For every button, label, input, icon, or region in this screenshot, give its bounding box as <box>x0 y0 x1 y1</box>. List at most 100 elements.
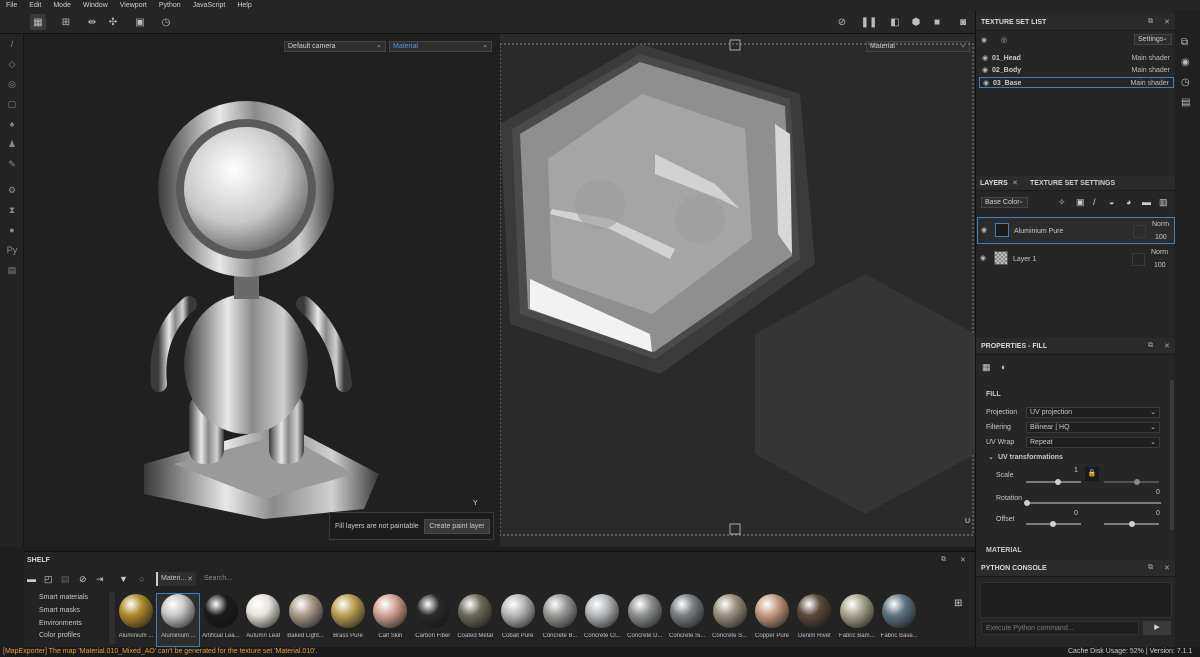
shelf-material-item[interactable]: Concrete Cl... <box>581 594 623 646</box>
menu-help[interactable]: Help <box>231 2 257 9</box>
close-icon[interactable]: ✕ <box>1164 564 1170 572</box>
properties-scrollbar[interactable] <box>1170 380 1174 530</box>
hide-icon[interactable]: ⊘ <box>79 574 87 585</box>
layer-opacity[interactable]: 100 <box>1155 234 1167 241</box>
eye-icon[interactable]: ◉ <box>983 78 989 89</box>
scale-slider-handle[interactable] <box>1055 479 1061 485</box>
camera-video-icon[interactable]: ■ <box>929 14 945 30</box>
shelf-material-item[interactable]: Brass Pure <box>327 594 369 646</box>
eye-icon[interactable]: ◉ <box>980 254 986 262</box>
menu-viewport[interactable]: Viewport <box>114 2 153 9</box>
offset-y-slider-handle[interactable] <box>1129 521 1135 527</box>
geometry-fill-icon[interactable]: ▢ <box>4 96 20 112</box>
uvwrap-dropdown[interactable]: Repeat ⌄ <box>1026 437 1160 448</box>
blend-mode[interactable]: Norm <box>1151 249 1168 256</box>
eye-icon[interactable]: ◉ <box>982 65 988 76</box>
rotation-value[interactable]: 0 <box>1156 489 1160 496</box>
save-icon[interactable]: ▤ <box>61 574 70 585</box>
layer-opacity[interactable]: 100 <box>1154 262 1166 269</box>
offset-y-value[interactable]: 0 <box>1156 510 1160 517</box>
shelf-material-item[interactable]: Copper Pure <box>751 594 793 646</box>
layers-panel-icon[interactable]: ⧉ <box>1181 37 1188 48</box>
shelf-material-item[interactable]: Concrete B... <box>539 594 581 646</box>
layer-channel-dropdown[interactable]: Base Color ⌄ <box>981 197 1028 208</box>
shelf-tab-materials[interactable]: Materi... ✕ <box>156 572 196 586</box>
python-command-input[interactable]: Execute Python command... <box>981 621 1139 635</box>
circle-icon[interactable]: ● <box>4 222 20 238</box>
chevron-down-icon[interactable]: ⌄ <box>988 453 994 461</box>
eye-icon[interactable]: ◉ <box>981 36 987 44</box>
folder-icon[interactable]: ▬ <box>27 574 36 584</box>
menu-edit[interactable]: Edit <box>23 2 47 9</box>
rotation-slider-handle[interactable] <box>1024 500 1030 506</box>
layer-row-selected[interactable]: ◉ Aluminium Pure Norm 100 <box>977 217 1175 244</box>
shelf-material-item[interactable]: Coated Metal <box>454 594 496 646</box>
add-group-icon[interactable]: ◕ <box>1126 197 1131 207</box>
cube-icon[interactable]: ⬢ <box>908 14 924 30</box>
texture-set-row[interactable]: ◉ 01_Head Main shader <box>979 53 1174 64</box>
shelf-search-input[interactable]: Search... <box>200 572 970 586</box>
projection-dropdown[interactable]: UV projection ⌄ <box>1026 407 1160 418</box>
log-icon[interactable]: ▤ <box>1181 97 1190 108</box>
lock-icon[interactable]: 🔒 <box>1085 467 1099 481</box>
eye-icon[interactable]: ◉ <box>981 226 987 234</box>
float-icon[interactable]: ⧉ <box>1148 564 1153 572</box>
hide-icon[interactable]: ⊘ <box>834 14 850 30</box>
shelf-material-item[interactable]: Aluminium ... <box>156 593 201 647</box>
visibility-icon[interactable]: ◎ <box>1001 36 1007 44</box>
shelf-material-item[interactable]: Concrete Si... <box>666 594 708 646</box>
eraser-icon[interactable]: ◇ <box>4 56 20 72</box>
add-paint-layer-icon[interactable]: / <box>1093 197 1096 207</box>
shelf-material-item[interactable]: Artificial Lea... <box>200 594 242 646</box>
close-icon[interactable]: ✕ <box>187 575 193 583</box>
tab-layers[interactable]: LAYERS <box>980 180 1008 187</box>
transform-icon[interactable]: ✣ <box>105 14 121 30</box>
picker-icon[interactable]: ✎ <box>4 156 20 172</box>
symmetry-icon[interactable]: ⇹ <box>84 14 100 30</box>
filtering-dropdown[interactable]: Bilinear | HQ ⌄ <box>1026 422 1160 433</box>
grid-view-icon[interactable]: ⊞ <box>954 598 962 609</box>
close-icon[interactable]: ✕ <box>1164 342 1170 350</box>
add-mask-icon[interactable]: ▣ <box>1076 197 1085 208</box>
shelf-material-item[interactable]: Cobalt Pure <box>497 594 539 646</box>
hourglass-icon[interactable]: ⧗ <box>4 202 20 218</box>
display-settings-icon[interactable]: ◉ <box>1181 57 1190 68</box>
viewport-2d[interactable]: Material ⌄ U <box>500 34 975 547</box>
shelf-category-color-profiles[interactable]: Color profiles <box>39 632 80 639</box>
frame-icon[interactable]: ▣ <box>132 14 148 30</box>
bake-icon[interactable]: ⚙ <box>4 182 20 198</box>
shader-settings-icon[interactable]: ◷ <box>1181 77 1190 88</box>
grid-2d3d-icon[interactable]: ▦ <box>30 14 46 30</box>
shelf-material-item[interactable]: Carbon Fiber <box>412 594 454 646</box>
eye-icon[interactable]: ◉ <box>982 53 988 64</box>
trash-icon[interactable]: ▥ <box>1159 197 1168 208</box>
circle-icon[interactable]: ○ <box>139 574 144 584</box>
screenshot-icon[interactable]: ◙ <box>955 14 971 30</box>
scale-slider[interactable] <box>1026 481 1081 483</box>
effects-icon[interactable]: ✧ <box>1058 197 1066 208</box>
shelf-material-item[interactable]: Concrete D... <box>624 594 666 646</box>
create-paint-layer-button[interactable]: Create paint layer <box>424 519 490 534</box>
float-icon[interactable]: ⧉ <box>1148 18 1153 26</box>
shelf-material-item[interactable]: Aluminium ... <box>115 594 157 646</box>
viewport-3d[interactable]: Default camera ⌄ Material ⌄ Y Fill layers … <box>24 34 499 547</box>
close-icon[interactable]: ✕ <box>1164 18 1170 26</box>
fill-settings-icon[interactable]: ▦ <box>982 362 991 373</box>
scale-v-slider-handle[interactable] <box>1134 479 1140 485</box>
texture-set-row-selected[interactable]: ◉ 03_Base Main shader <box>979 77 1174 88</box>
grid-3d-icon[interactable]: ⊞ <box>58 14 74 30</box>
settings-dropdown[interactable]: Settings ⌄ <box>1134 34 1172 45</box>
shelf-category-smart-masks[interactable]: Smart masks <box>39 607 80 614</box>
filter-icon[interactable]: ▼ <box>119 574 128 584</box>
menu-file[interactable]: File <box>0 2 23 9</box>
blend-mode[interactable]: Norm <box>1152 221 1169 228</box>
close-icon[interactable]: ✕ <box>1012 179 1018 187</box>
smudge-icon[interactable]: ♠ <box>4 116 20 132</box>
pause-icon[interactable]: ❚❚ <box>861 14 878 30</box>
shelf-category-smart-materials[interactable]: Smart materials <box>39 594 88 601</box>
shelf-material-item[interactable]: Fabric Base... <box>878 594 920 646</box>
new-window-icon[interactable]: ◰ <box>44 574 53 585</box>
folder-icon[interactable]: ▬ <box>1142 197 1151 207</box>
shelf-material-item[interactable]: Denim Rivet <box>793 594 835 646</box>
tab-texture-set-settings[interactable]: TEXTURE SET SETTINGS <box>1030 180 1115 187</box>
